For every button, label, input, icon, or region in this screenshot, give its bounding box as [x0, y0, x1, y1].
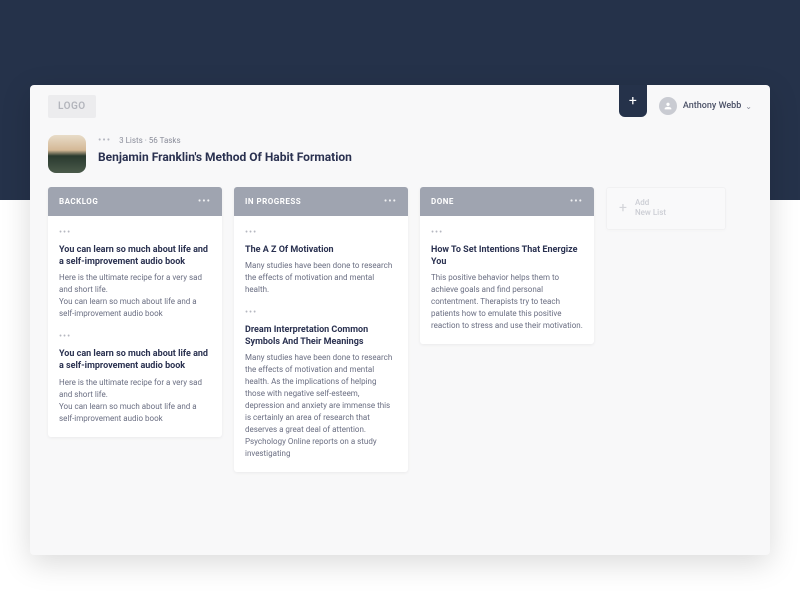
list-in-progress: IN PROGRESS ••• ••• The A Z Of Motivatio…: [234, 187, 408, 472]
card-title: Dream Interpretation Common Symbols And …: [245, 324, 397, 348]
card[interactable]: ••• Dream Interpretation Common Symbols …: [245, 296, 397, 460]
add-list-label: AddNew List: [635, 198, 666, 219]
add-new-list-button[interactable]: + AddNew List: [606, 187, 726, 230]
plus-icon: +: [629, 93, 637, 109]
card-menu-icon[interactable]: •••: [59, 332, 211, 342]
card-menu-icon[interactable]: •••: [59, 228, 211, 238]
board-menu-icon[interactable]: •••: [98, 135, 111, 146]
list-backlog: BACKLOG ••• ••• You can learn so much ab…: [48, 187, 222, 437]
plus-icon: +: [619, 200, 627, 216]
topbar: LOGO + Anthony Webb ⌄: [30, 85, 770, 127]
lists-container: BACKLOG ••• ••• You can learn so much ab…: [30, 187, 770, 555]
list-title: BACKLOG: [59, 197, 98, 206]
add-button[interactable]: +: [619, 85, 647, 117]
card[interactable]: ••• You can learn so much about life and…: [59, 216, 211, 320]
list-header: DONE •••: [420, 187, 594, 216]
card-menu-icon[interactable]: •••: [245, 308, 397, 318]
board-stats: 3 Lists · 56 Tasks: [119, 136, 180, 145]
board-title: Benjamin Franklin's Method Of Habit Form…: [98, 150, 352, 164]
card-text: This positive behavior helps them to ach…: [431, 272, 583, 332]
card[interactable]: ••• How To Set Intentions That Energize …: [431, 216, 583, 332]
list-header: BACKLOG •••: [48, 187, 222, 216]
logo[interactable]: LOGO: [48, 95, 96, 118]
list-menu-icon[interactable]: •••: [198, 196, 211, 207]
user-menu[interactable]: Anthony Webb ⌄: [659, 97, 752, 115]
card-title: The A Z Of Motivation: [245, 244, 397, 256]
board-header: ••• 3 Lists · 56 Tasks Benjamin Franklin…: [30, 127, 770, 187]
list-title: DONE: [431, 197, 454, 206]
card-title: You can learn so much about life and a s…: [59, 244, 211, 268]
card-title: You can learn so much about life and a s…: [59, 348, 211, 372]
card[interactable]: ••• The A Z Of Motivation Many studies h…: [245, 216, 397, 296]
card[interactable]: ••• You can learn so much about life and…: [59, 320, 211, 424]
chevron-down-icon: ⌄: [745, 102, 752, 111]
card-menu-icon[interactable]: •••: [431, 228, 583, 238]
list-header: IN PROGRESS •••: [234, 187, 408, 216]
list-menu-icon[interactable]: •••: [570, 196, 583, 207]
card-menu-icon[interactable]: •••: [245, 228, 397, 238]
user-name: Anthony Webb: [683, 101, 741, 111]
card-title: How To Set Intentions That Energize You: [431, 244, 583, 268]
board-thumbnail: [48, 135, 86, 173]
list-title: IN PROGRESS: [245, 197, 301, 206]
card-text: Many studies have been done to research …: [245, 260, 397, 296]
card-text: Here is the ultimate recipe for a very s…: [59, 272, 211, 320]
card-text: Here is the ultimate recipe for a very s…: [59, 377, 211, 425]
list-menu-icon[interactable]: •••: [384, 196, 397, 207]
avatar: [659, 97, 677, 115]
list-done: DONE ••• ••• How To Set Intentions That …: [420, 187, 594, 344]
app-panel: LOGO + Anthony Webb ⌄ ••• 3 Lists · 56 T…: [30, 85, 770, 555]
card-text: Many studies have been done to research …: [245, 352, 397, 460]
